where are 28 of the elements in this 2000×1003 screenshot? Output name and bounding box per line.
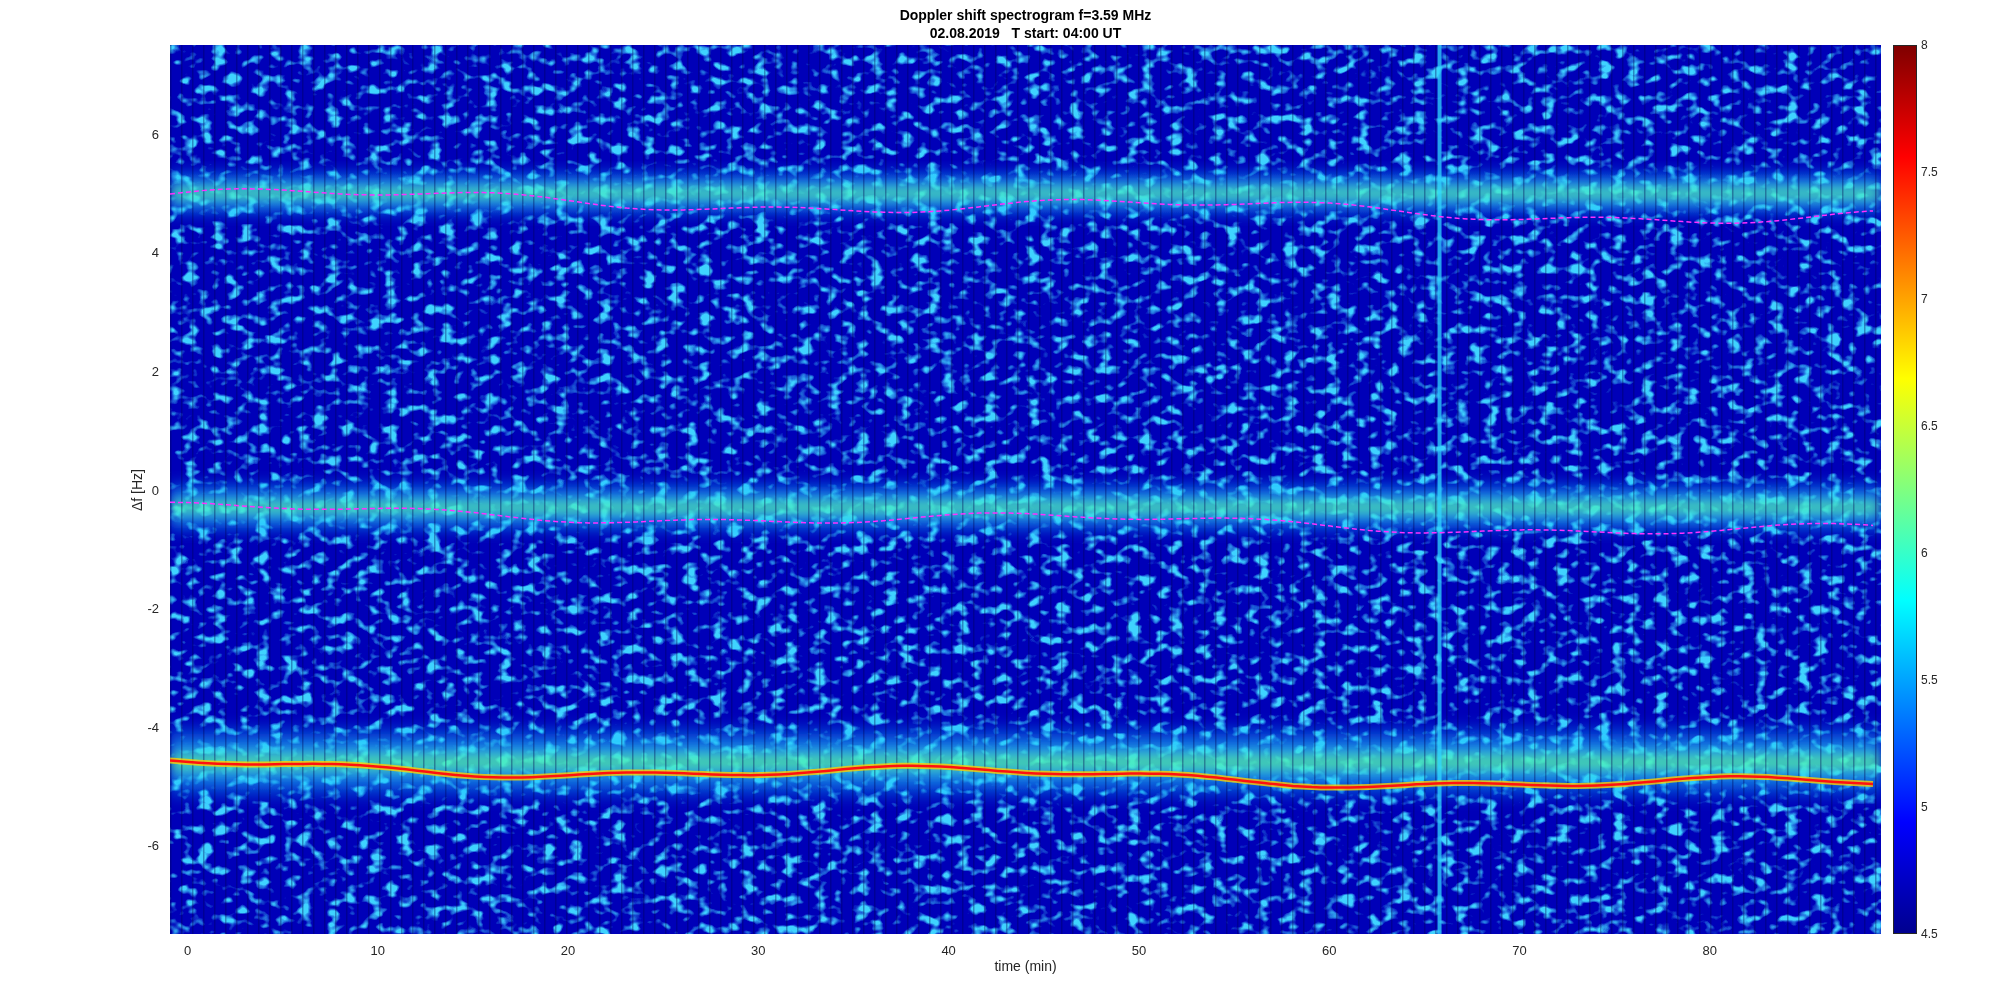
x-tick-label: 70 [1512, 943, 1527, 958]
y-axis-label: Δf [Hz] [129, 468, 145, 511]
x-tick-label: 60 [1321, 943, 1337, 958]
x-tick-label: 20 [560, 943, 576, 958]
y-tick-label: 4 [151, 244, 159, 260]
colorbar-tick-label: 5 [1921, 800, 1928, 814]
colorbar-tick-label: 4.5 [1921, 927, 1938, 941]
x-tick-label: 80 [1702, 943, 1717, 958]
x-axis-label: time (min) [994, 958, 1057, 974]
y-tick-label: 6 [151, 126, 159, 142]
colorbar-tick-label: 6 [1921, 546, 1928, 560]
colorbar-tick-label: 5.5 [1921, 673, 1938, 687]
y-tick-label: -2 [147, 600, 159, 616]
chart-title: 02.08.2019 T start: 04:00 UT [929, 23, 1122, 42]
x-tick-label: 10 [370, 943, 385, 958]
colorbar-tick-label: 7 [1921, 292, 1928, 306]
x-tick-label: 0 [183, 943, 192, 958]
x-tick-label: 30 [751, 943, 766, 958]
y-tick-label: 0 [151, 482, 159, 497]
y-tick-label: -6 [147, 837, 159, 853]
colorbar-tick-label: 7.5 [1921, 165, 1938, 179]
colorbar-tick-label: 6.5 [1921, 419, 1938, 433]
y-tick-label: -4 [147, 719, 159, 735]
chart-title: Doppler shift spectrogram f=3.59 MHz [899, 5, 1152, 24]
x-tick-label: 50 [1131, 943, 1147, 958]
colorbar-tick-label: 8 [1921, 38, 1928, 52]
x-tick-label: 40 [941, 943, 956, 958]
y-tick-label: 2 [151, 363, 159, 379]
